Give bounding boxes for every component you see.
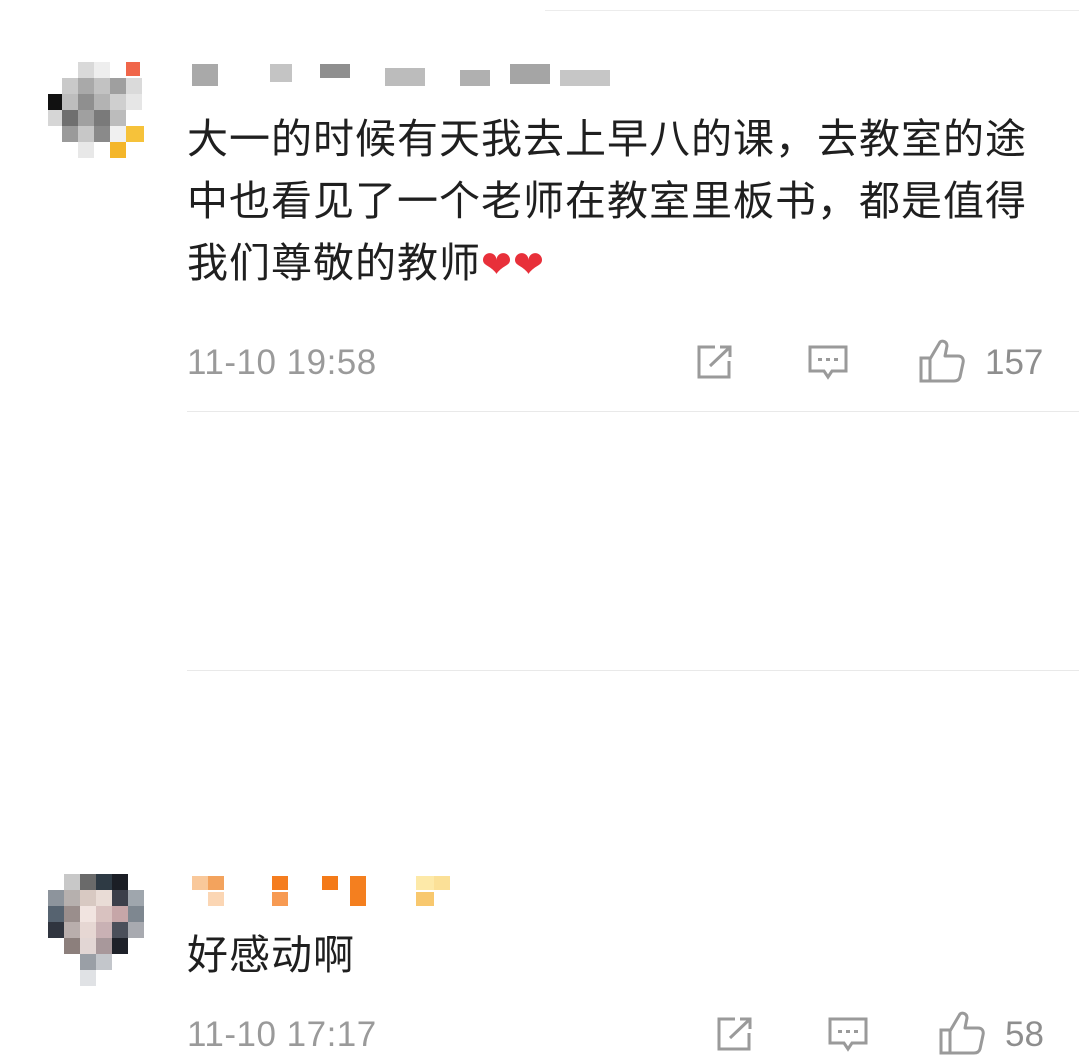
comment-item: 好感动啊 11-10 17:17 58 xyxy=(0,412,1079,1055)
avatar[interactable] xyxy=(48,874,148,986)
comment-bubble-icon[interactable] xyxy=(806,343,850,383)
like-count: 58 xyxy=(1005,1015,1044,1054)
comment-text: 好感动啊 xyxy=(187,924,1067,986)
avatar[interactable] xyxy=(48,62,148,162)
heart-emoji: ❤❤ xyxy=(481,243,546,286)
comment-text-content: 好感动啊 xyxy=(187,931,355,979)
comment-divider xyxy=(187,670,1079,671)
comment-item: 大一的时候有天我去上早八的课，去教室的途中也看见了一个老师在教室里板书，都是值得… xyxy=(0,0,1079,412)
username-mosaic xyxy=(192,64,610,86)
thumbs-up-icon[interactable] xyxy=(918,338,966,384)
like-count: 157 xyxy=(985,343,1044,382)
share-square-icon[interactable] xyxy=(693,343,735,381)
username-mosaic xyxy=(192,876,450,906)
thumbs-up-icon[interactable] xyxy=(938,1010,986,1056)
comment-bubble-icon[interactable] xyxy=(826,1015,870,1055)
comment-time: 11-10 17:17 xyxy=(187,1015,377,1054)
share-square-icon[interactable] xyxy=(713,1015,755,1053)
comment-text-content: 大一的时候有天我去上早八的课，去教室的途中也看见了一个老师在教室里板书，都是值得… xyxy=(187,115,1027,287)
comment-text: 大一的时候有天我去上早八的课，去教室的途中也看见了一个老师在教室里板书，都是值得… xyxy=(187,108,1067,296)
comment-time: 11-10 19:58 xyxy=(187,343,377,382)
